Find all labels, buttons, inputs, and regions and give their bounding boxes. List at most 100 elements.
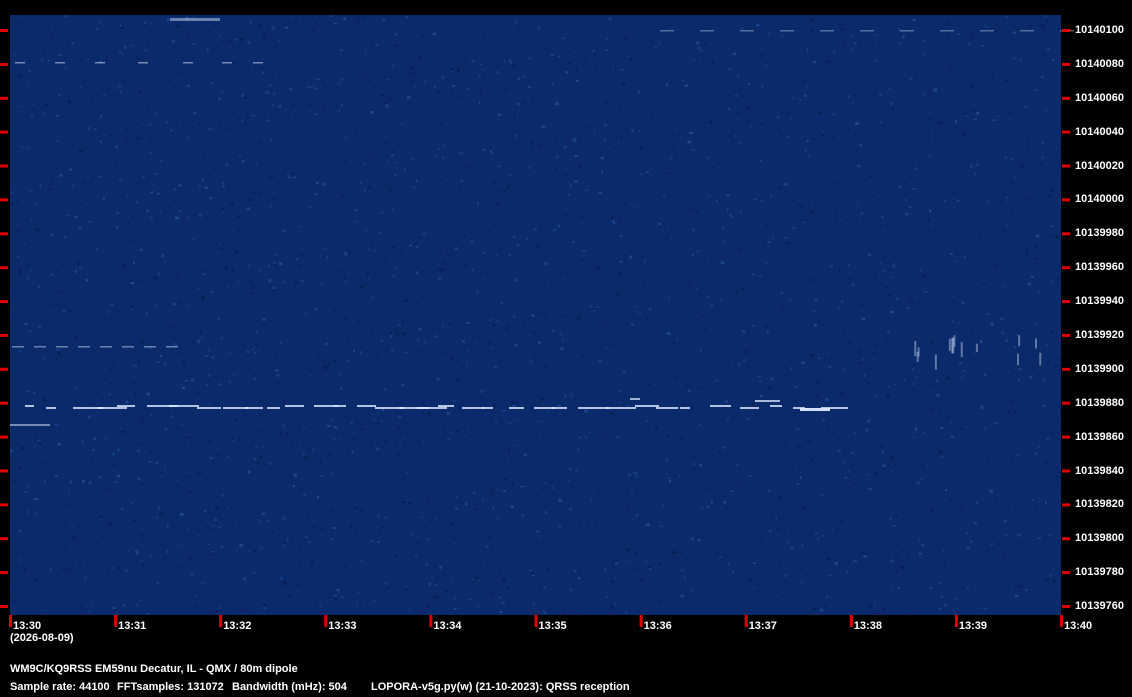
noise-speck bbox=[95, 313, 99, 316]
noise-speck bbox=[627, 55, 629, 58]
noise-speck bbox=[122, 109, 125, 111]
noise-speck bbox=[592, 310, 596, 312]
noise-speck bbox=[821, 130, 825, 133]
noise-speck bbox=[522, 190, 524, 193]
noise-speck bbox=[334, 25, 338, 28]
noise-speck bbox=[193, 215, 196, 217]
noise-speck bbox=[995, 542, 1000, 545]
noise-speck bbox=[18, 467, 22, 470]
noise-speck bbox=[221, 545, 224, 549]
noise-speck bbox=[558, 253, 560, 255]
noise-speck bbox=[984, 24, 986, 27]
noise-speck bbox=[209, 196, 213, 200]
noise-speck bbox=[411, 66, 414, 70]
noise-speck bbox=[689, 209, 693, 211]
noise-speck bbox=[429, 156, 431, 158]
noise-speck bbox=[181, 386, 186, 390]
noise-speck bbox=[157, 272, 160, 276]
noise-speck bbox=[427, 411, 431, 414]
noise-speck bbox=[616, 436, 620, 439]
noise-speck bbox=[364, 475, 367, 478]
noise-speck bbox=[207, 128, 212, 130]
noise-speck bbox=[463, 56, 466, 60]
noise-speck bbox=[497, 517, 499, 520]
noise-speck bbox=[317, 198, 321, 201]
noise-speck bbox=[37, 439, 41, 442]
noise-speck bbox=[868, 487, 872, 490]
frequency-tick bbox=[1062, 198, 1070, 202]
noise-speck bbox=[376, 541, 380, 543]
noise-speck bbox=[227, 260, 230, 263]
noise-speck bbox=[204, 186, 209, 189]
noise-speck bbox=[370, 242, 373, 246]
noise-speck bbox=[359, 428, 364, 431]
noise-speck bbox=[453, 608, 457, 610]
time-tick bbox=[219, 615, 223, 627]
noise-speck bbox=[599, 348, 601, 352]
noise-speck bbox=[289, 88, 292, 91]
noise-speck bbox=[377, 504, 380, 507]
noise-speck bbox=[17, 413, 22, 415]
noise-speck bbox=[405, 53, 409, 55]
noise-speck bbox=[149, 151, 152, 154]
noise-speck bbox=[1024, 197, 1029, 200]
noise-speck bbox=[410, 533, 412, 536]
noise-speck bbox=[539, 420, 543, 423]
frequency-tick bbox=[0, 29, 8, 32]
noise-speck bbox=[438, 251, 442, 255]
noise-speck bbox=[800, 218, 805, 222]
noise-speck bbox=[998, 455, 1000, 457]
noise-speck bbox=[387, 161, 389, 164]
noise-speck bbox=[297, 286, 299, 288]
blip-mark bbox=[934, 354, 937, 370]
noise-speck bbox=[612, 219, 615, 223]
noise-speck bbox=[686, 347, 689, 349]
noise-speck bbox=[184, 380, 188, 382]
noise-speck bbox=[48, 59, 50, 63]
frequency-tick bbox=[0, 435, 8, 439]
noise-speck bbox=[950, 135, 953, 138]
noise-speck bbox=[1034, 452, 1038, 456]
noise-speck bbox=[489, 150, 493, 153]
noise-speck bbox=[872, 612, 877, 614]
noise-speck bbox=[624, 50, 629, 52]
noise-speck bbox=[497, 113, 502, 116]
noise-speck bbox=[767, 32, 771, 35]
noise-speck bbox=[639, 15, 641, 19]
noise-speck bbox=[319, 461, 322, 464]
noise-speck bbox=[389, 332, 393, 334]
noise-speck bbox=[237, 112, 240, 114]
noise-speck bbox=[404, 299, 408, 302]
noise-speck bbox=[339, 516, 342, 518]
noise-speck bbox=[743, 413, 746, 415]
noise-speck bbox=[583, 212, 585, 216]
noise-speck bbox=[579, 165, 583, 168]
noise-speck bbox=[170, 129, 173, 133]
noise-speck bbox=[761, 85, 764, 89]
noise-speck bbox=[873, 395, 878, 397]
noise-speck bbox=[293, 201, 296, 204]
noise-speck bbox=[534, 190, 537, 193]
noise-speck bbox=[410, 246, 412, 249]
noise-speck bbox=[506, 586, 510, 589]
signal-dash bbox=[334, 405, 346, 407]
noise-speck bbox=[167, 18, 170, 21]
noise-speck bbox=[614, 562, 619, 565]
noise-speck bbox=[546, 150, 549, 152]
noise-speck bbox=[455, 430, 459, 433]
noise-speck bbox=[644, 260, 646, 263]
noise-speck bbox=[76, 261, 80, 264]
noise-speck bbox=[952, 192, 956, 195]
noise-speck bbox=[451, 356, 454, 360]
noise-speck bbox=[775, 516, 777, 519]
noise-speck bbox=[171, 40, 175, 43]
noise-speck bbox=[237, 215, 241, 218]
noise-speck bbox=[1034, 323, 1037, 326]
noise-speck bbox=[150, 139, 154, 143]
noise-speck bbox=[861, 303, 864, 306]
noise-speck bbox=[102, 94, 106, 96]
noise-speck bbox=[95, 299, 97, 301]
noise-speck bbox=[643, 283, 646, 285]
noise-speck bbox=[43, 49, 46, 52]
noise-speck bbox=[329, 118, 332, 120]
